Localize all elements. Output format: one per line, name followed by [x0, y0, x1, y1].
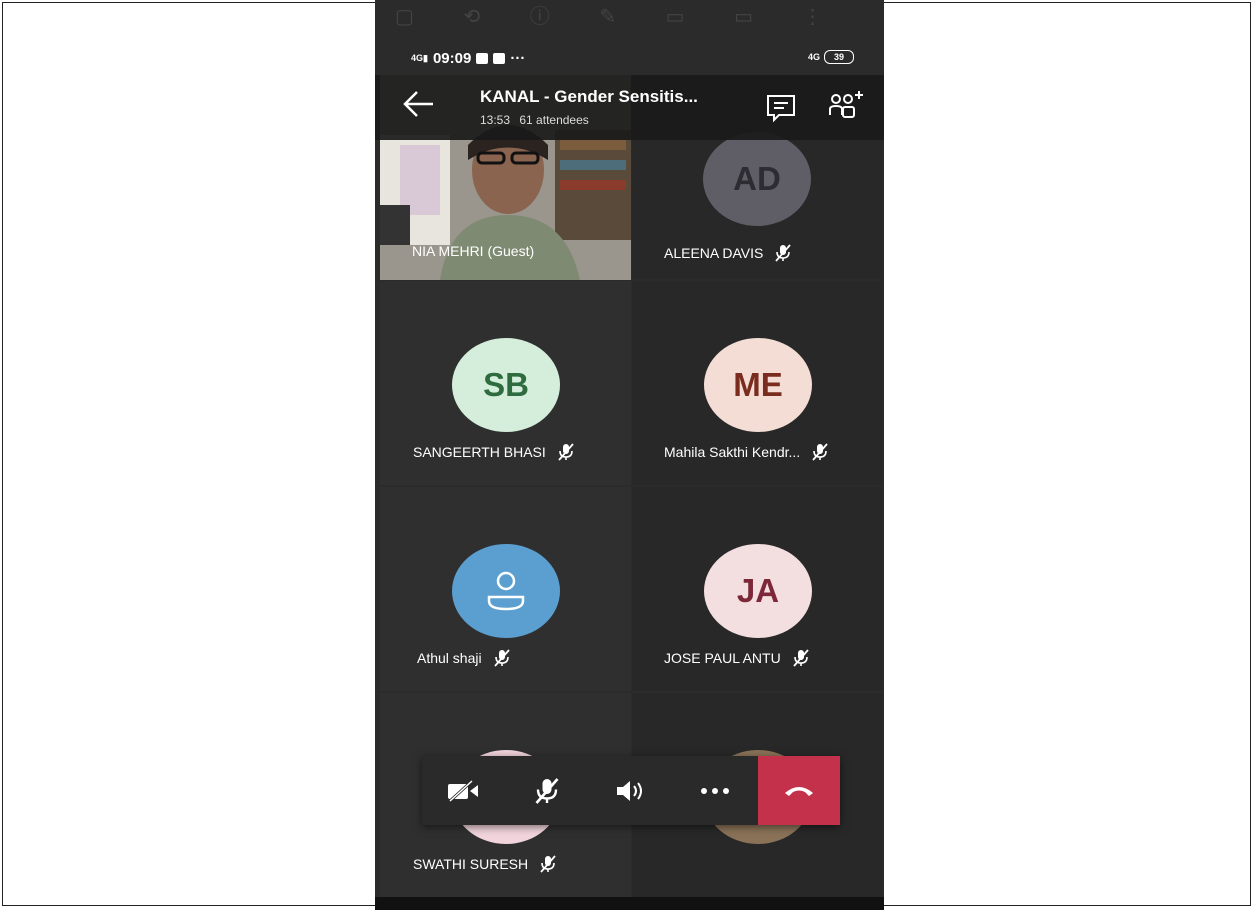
notification-icon — [476, 53, 489, 64]
clock: 09:09 — [432, 50, 472, 67]
chat-icon[interactable] — [765, 93, 797, 128]
more-notifications-icon: ··· — [510, 50, 526, 67]
attendee-count: 61 attendees — [519, 113, 589, 127]
back-arrow-icon[interactable] — [401, 89, 435, 125]
mic-off-icon — [775, 244, 792, 262]
participant-tile[interactable]: JA JOSE PAUL ANTU — [632, 487, 883, 691]
signal-icon: 4G▮ — [411, 53, 428, 63]
meeting-title: KANAL - Gender Sensitis... — [480, 87, 698, 106]
person-icon — [487, 571, 525, 611]
participant-tile[interactable]: SB SANGEERTH BHASI — [380, 281, 631, 485]
signal-icon: 4G — [807, 52, 820, 62]
participant-name: Athul shaji — [417, 648, 512, 668]
participant-name: SANGEERTH BHASI — [413, 442, 576, 462]
speaker-icon[interactable] — [590, 756, 672, 825]
background-notification-icons: ▢ ⟲ ⓘ ✎ ▭ ▭ ⋮ — [395, 6, 845, 28]
avatar: SB — [452, 338, 560, 432]
status-bar: 4G▮ 09:09 ··· 4G 39 — [375, 40, 884, 80]
camera-off-icon[interactable] — [422, 756, 504, 825]
add-people-icon[interactable] — [827, 89, 865, 128]
mic-off-icon — [558, 443, 574, 461]
meeting-info: 13:53 61 attendees — [480, 113, 595, 127]
mic-off-icon[interactable] — [506, 756, 588, 825]
notification-icon — [493, 53, 506, 64]
participant-name: Mahila Sakthi Kendr... — [664, 442, 830, 462]
participant-tile[interactable]: Athul shaji — [380, 487, 631, 691]
bottom-bar — [375, 897, 884, 910]
meeting-header: KANAL - Gender Sensitis... 13:53 61 atte… — [375, 75, 884, 140]
avatar: JA — [704, 544, 812, 638]
participant-name: SWATHI SURESH — [413, 854, 558, 874]
mic-off-icon — [812, 443, 828, 461]
participant-name: NIA MEHRI (Guest) — [412, 243, 535, 259]
call-controls — [422, 756, 840, 825]
mic-off-icon — [540, 855, 556, 873]
hang-up-icon[interactable] — [758, 756, 840, 825]
phone-screen: ▢ ⟲ ⓘ ✎ ▭ ▭ ⋮ NIA MEHRI (Guest) AD ALEEN… — [375, 0, 884, 910]
meeting-duration: 13:53 — [480, 113, 511, 127]
mic-off-icon — [493, 649, 510, 667]
participant-tile[interactable]: ME Mahila Sakthi Kendr... — [632, 281, 883, 485]
participant-name: ALEENA DAVIS — [664, 243, 793, 263]
avatar: ME — [704, 338, 812, 432]
mic-off-icon — [793, 649, 809, 667]
more-options-icon[interactable] — [674, 756, 756, 825]
battery-icon: 39 — [824, 50, 854, 64]
avatar — [452, 544, 560, 638]
participant-name: JOSE PAUL ANTU — [664, 648, 811, 668]
avatar: AD — [703, 132, 811, 226]
